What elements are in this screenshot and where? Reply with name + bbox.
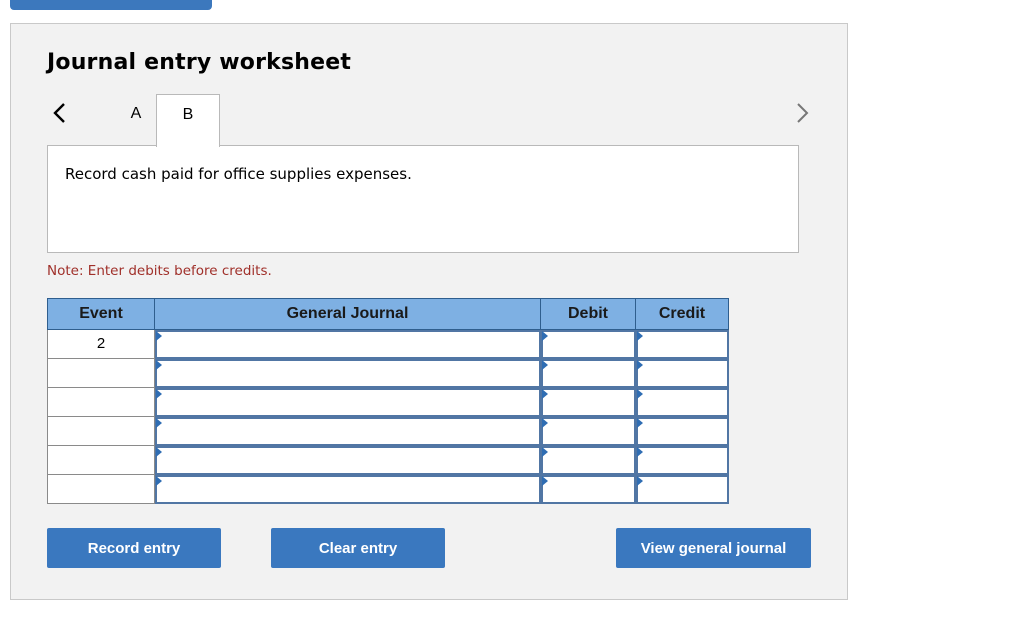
record-entry-button[interactable]: Record entry [47, 528, 221, 568]
table-row [47, 446, 729, 475]
table-row [47, 359, 729, 388]
chevron-right-icon[interactable] [791, 100, 813, 126]
account-select[interactable] [155, 475, 541, 504]
tab-b[interactable]: B [156, 94, 220, 147]
header-debit: Debit [540, 298, 636, 330]
account-select[interactable] [155, 330, 541, 359]
credit-input[interactable] [636, 446, 729, 475]
table-row: 2 [47, 330, 729, 359]
debit-input[interactable] [541, 475, 636, 504]
debit-input[interactable] [541, 388, 636, 417]
prompt-box: Record cash paid for office supplies exp… [47, 145, 799, 253]
debit-input[interactable] [541, 330, 636, 359]
table-row [47, 475, 729, 504]
debit-input[interactable] [541, 446, 636, 475]
event-cell[interactable] [47, 417, 155, 446]
chevron-left-icon[interactable] [49, 100, 71, 126]
header-event: Event [47, 298, 155, 330]
credit-input[interactable] [636, 475, 729, 504]
table-row [47, 417, 729, 446]
credit-input[interactable] [636, 359, 729, 388]
page-title: Journal entry worksheet [47, 50, 352, 75]
note-text: Note: Enter debits before credits. [47, 263, 272, 279]
debit-input[interactable] [541, 359, 636, 388]
event-cell[interactable] [47, 359, 155, 388]
account-select[interactable] [155, 388, 541, 417]
clear-entry-button[interactable]: Clear entry [271, 528, 445, 568]
header-general-journal: General Journal [154, 298, 541, 330]
top-action-button[interactable] [10, 0, 212, 10]
debit-input[interactable] [541, 417, 636, 446]
header-credit: Credit [635, 298, 729, 330]
event-cell[interactable] [47, 446, 155, 475]
credit-input[interactable] [636, 330, 729, 359]
credit-input[interactable] [636, 388, 729, 417]
event-cell[interactable]: 2 [47, 330, 155, 359]
account-select[interactable] [155, 417, 541, 446]
journal-worksheet-panel: Journal entry worksheet A B Record cash … [10, 23, 848, 600]
account-select[interactable] [155, 359, 541, 388]
account-select[interactable] [155, 446, 541, 475]
event-cell[interactable] [47, 475, 155, 504]
view-general-journal-button[interactable]: View general journal [616, 528, 811, 568]
credit-input[interactable] [636, 417, 729, 446]
prompt-text: Record cash paid for office supplies exp… [65, 165, 412, 183]
event-cell[interactable] [47, 388, 155, 417]
table-row [47, 388, 729, 417]
